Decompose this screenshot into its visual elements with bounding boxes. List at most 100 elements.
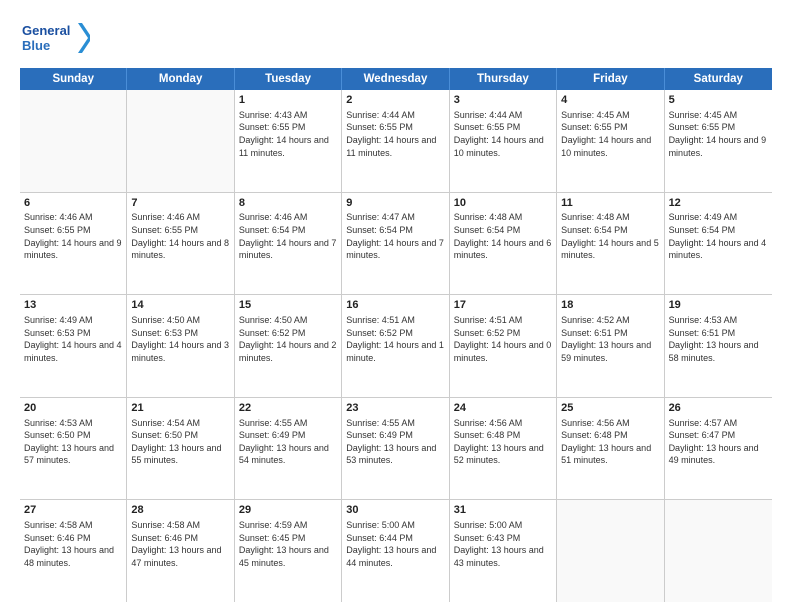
day-number: 24 [454, 401, 552, 416]
calendar-day-empty [127, 90, 234, 192]
svg-text:Blue: Blue [22, 38, 50, 53]
day-number: 21 [131, 401, 229, 416]
sun-info: Sunrise: 4:54 AM Sunset: 6:50 PM Dayligh… [131, 417, 229, 467]
day-number: 30 [346, 503, 444, 518]
day-number: 14 [131, 298, 229, 313]
day-number: 6 [24, 196, 122, 211]
day-number: 29 [239, 503, 337, 518]
calendar-day-31: 31Sunrise: 5:00 AM Sunset: 6:43 PM Dayli… [450, 500, 557, 602]
header-day-sunday: Sunday [20, 68, 127, 90]
day-number: 28 [131, 503, 229, 518]
calendar-day-6: 6Sunrise: 4:46 AM Sunset: 6:55 PM Daylig… [20, 193, 127, 295]
header-day-saturday: Saturday [665, 68, 772, 90]
calendar-day-23: 23Sunrise: 4:55 AM Sunset: 6:49 PM Dayli… [342, 398, 449, 500]
sun-info: Sunrise: 4:58 AM Sunset: 6:46 PM Dayligh… [131, 519, 229, 569]
sun-info: Sunrise: 4:45 AM Sunset: 6:55 PM Dayligh… [669, 109, 768, 159]
sun-info: Sunrise: 4:52 AM Sunset: 6:51 PM Dayligh… [561, 314, 659, 364]
calendar-day-20: 20Sunrise: 4:53 AM Sunset: 6:50 PM Dayli… [20, 398, 127, 500]
calendar-week-5: 27Sunrise: 4:58 AM Sunset: 6:46 PM Dayli… [20, 500, 772, 602]
calendar-day-24: 24Sunrise: 4:56 AM Sunset: 6:48 PM Dayli… [450, 398, 557, 500]
logo-svg: General Blue [20, 18, 90, 58]
day-number: 20 [24, 401, 122, 416]
day-number: 27 [24, 503, 122, 518]
day-number: 31 [454, 503, 552, 518]
sun-info: Sunrise: 4:46 AM Sunset: 6:55 PM Dayligh… [131, 211, 229, 261]
header-day-monday: Monday [127, 68, 234, 90]
day-number: 1 [239, 93, 337, 108]
header-day-tuesday: Tuesday [235, 68, 342, 90]
sun-info: Sunrise: 4:44 AM Sunset: 6:55 PM Dayligh… [454, 109, 552, 159]
calendar-week-4: 20Sunrise: 4:53 AM Sunset: 6:50 PM Dayli… [20, 398, 772, 501]
day-number: 17 [454, 298, 552, 313]
calendar-day-11: 11Sunrise: 4:48 AM Sunset: 6:54 PM Dayli… [557, 193, 664, 295]
sun-info: Sunrise: 4:48 AM Sunset: 6:54 PM Dayligh… [561, 211, 659, 261]
sun-info: Sunrise: 4:58 AM Sunset: 6:46 PM Dayligh… [24, 519, 122, 569]
sun-info: Sunrise: 4:46 AM Sunset: 6:55 PM Dayligh… [24, 211, 122, 261]
day-number: 18 [561, 298, 659, 313]
calendar-day-30: 30Sunrise: 5:00 AM Sunset: 6:44 PM Dayli… [342, 500, 449, 602]
sun-info: Sunrise: 4:53 AM Sunset: 6:51 PM Dayligh… [669, 314, 768, 364]
sun-info: Sunrise: 4:56 AM Sunset: 6:48 PM Dayligh… [454, 417, 552, 467]
day-number: 12 [669, 196, 768, 211]
sun-info: Sunrise: 4:51 AM Sunset: 6:52 PM Dayligh… [454, 314, 552, 364]
day-number: 9 [346, 196, 444, 211]
calendar-day-19: 19Sunrise: 4:53 AM Sunset: 6:51 PM Dayli… [665, 295, 772, 397]
calendar-day-15: 15Sunrise: 4:50 AM Sunset: 6:52 PM Dayli… [235, 295, 342, 397]
calendar-day-26: 26Sunrise: 4:57 AM Sunset: 6:47 PM Dayli… [665, 398, 772, 500]
calendar: SundayMondayTuesdayWednesdayThursdayFrid… [20, 68, 772, 602]
day-number: 10 [454, 196, 552, 211]
calendar-day-7: 7Sunrise: 4:46 AM Sunset: 6:55 PM Daylig… [127, 193, 234, 295]
sun-info: Sunrise: 4:50 AM Sunset: 6:52 PM Dayligh… [239, 314, 337, 364]
calendar-day-25: 25Sunrise: 4:56 AM Sunset: 6:48 PM Dayli… [557, 398, 664, 500]
day-number: 8 [239, 196, 337, 211]
calendar-day-14: 14Sunrise: 4:50 AM Sunset: 6:53 PM Dayli… [127, 295, 234, 397]
calendar-day-4: 4Sunrise: 4:45 AM Sunset: 6:55 PM Daylig… [557, 90, 664, 192]
day-number: 13 [24, 298, 122, 313]
sun-info: Sunrise: 4:44 AM Sunset: 6:55 PM Dayligh… [346, 109, 444, 159]
day-number: 7 [131, 196, 229, 211]
sun-info: Sunrise: 5:00 AM Sunset: 6:43 PM Dayligh… [454, 519, 552, 569]
calendar-day-empty [557, 500, 664, 602]
calendar-day-9: 9Sunrise: 4:47 AM Sunset: 6:54 PM Daylig… [342, 193, 449, 295]
calendar-week-2: 6Sunrise: 4:46 AM Sunset: 6:55 PM Daylig… [20, 193, 772, 296]
calendar-day-21: 21Sunrise: 4:54 AM Sunset: 6:50 PM Dayli… [127, 398, 234, 500]
calendar-day-3: 3Sunrise: 4:44 AM Sunset: 6:55 PM Daylig… [450, 90, 557, 192]
sun-info: Sunrise: 4:49 AM Sunset: 6:53 PM Dayligh… [24, 314, 122, 364]
calendar-day-16: 16Sunrise: 4:51 AM Sunset: 6:52 PM Dayli… [342, 295, 449, 397]
calendar-day-27: 27Sunrise: 4:58 AM Sunset: 6:46 PM Dayli… [20, 500, 127, 602]
day-number: 4 [561, 93, 659, 108]
calendar-day-5: 5Sunrise: 4:45 AM Sunset: 6:55 PM Daylig… [665, 90, 772, 192]
calendar-day-empty [665, 500, 772, 602]
calendar-week-3: 13Sunrise: 4:49 AM Sunset: 6:53 PM Dayli… [20, 295, 772, 398]
sun-info: Sunrise: 4:46 AM Sunset: 6:54 PM Dayligh… [239, 211, 337, 261]
sun-info: Sunrise: 4:59 AM Sunset: 6:45 PM Dayligh… [239, 519, 337, 569]
sun-info: Sunrise: 4:55 AM Sunset: 6:49 PM Dayligh… [346, 417, 444, 467]
day-number: 19 [669, 298, 768, 313]
day-number: 3 [454, 93, 552, 108]
day-number: 11 [561, 196, 659, 211]
calendar-day-18: 18Sunrise: 4:52 AM Sunset: 6:51 PM Dayli… [557, 295, 664, 397]
calendar-day-2: 2Sunrise: 4:44 AM Sunset: 6:55 PM Daylig… [342, 90, 449, 192]
page-header: General Blue [20, 18, 772, 58]
calendar-day-22: 22Sunrise: 4:55 AM Sunset: 6:49 PM Dayli… [235, 398, 342, 500]
sun-info: Sunrise: 4:53 AM Sunset: 6:50 PM Dayligh… [24, 417, 122, 467]
day-number: 5 [669, 93, 768, 108]
header-day-thursday: Thursday [450, 68, 557, 90]
header-day-friday: Friday [557, 68, 664, 90]
logo: General Blue [20, 18, 90, 58]
calendar-day-10: 10Sunrise: 4:48 AM Sunset: 6:54 PM Dayli… [450, 193, 557, 295]
calendar-day-28: 28Sunrise: 4:58 AM Sunset: 6:46 PM Dayli… [127, 500, 234, 602]
day-number: 26 [669, 401, 768, 416]
calendar-day-13: 13Sunrise: 4:49 AM Sunset: 6:53 PM Dayli… [20, 295, 127, 397]
calendar-day-29: 29Sunrise: 4:59 AM Sunset: 6:45 PM Dayli… [235, 500, 342, 602]
calendar-day-17: 17Sunrise: 4:51 AM Sunset: 6:52 PM Dayli… [450, 295, 557, 397]
calendar-day-empty [20, 90, 127, 192]
calendar-week-1: 1Sunrise: 4:43 AM Sunset: 6:55 PM Daylig… [20, 90, 772, 193]
day-number: 22 [239, 401, 337, 416]
header-day-wednesday: Wednesday [342, 68, 449, 90]
calendar-day-12: 12Sunrise: 4:49 AM Sunset: 6:54 PM Dayli… [665, 193, 772, 295]
calendar-day-1: 1Sunrise: 4:43 AM Sunset: 6:55 PM Daylig… [235, 90, 342, 192]
sun-info: Sunrise: 4:45 AM Sunset: 6:55 PM Dayligh… [561, 109, 659, 159]
sun-info: Sunrise: 4:49 AM Sunset: 6:54 PM Dayligh… [669, 211, 768, 261]
svg-text:General: General [22, 23, 70, 38]
